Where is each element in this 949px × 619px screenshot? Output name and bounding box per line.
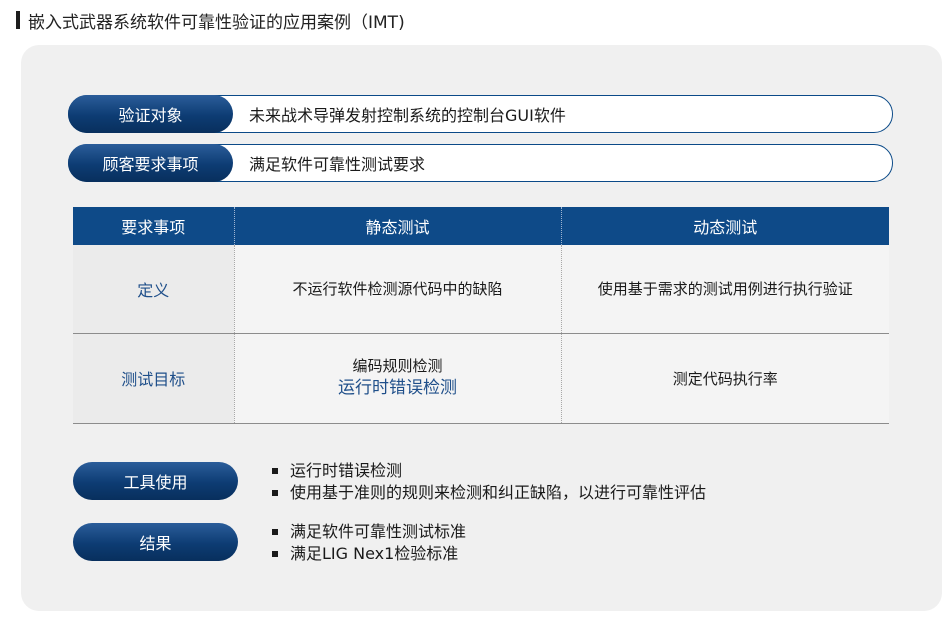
tool-usage-list: 运行时错误检测 使用基于准则的规则来检测和纠正缺陷，以进行可靠性评估 (272, 460, 706, 504)
requirements-table: 要求事项 静态测试 动态测试 定义 不运行软件检测源代码中的缺陷 使用基于需求的… (73, 207, 889, 424)
list-item: 使用基于准则的规则来检测和纠正缺陷，以进行可靠性评估 (272, 482, 706, 504)
list-item-text: 使用基于准则的规则来检测和纠正缺陷，以进行可靠性评估 (290, 483, 707, 502)
verification-target-value: 未来战术导弹发射控制系统的控制台GUI软件 (249, 106, 566, 125)
title-bar-marker (16, 11, 20, 29)
result-list: 满足软件可靠性测试标准 满足LIG Nex1检验标准 (272, 521, 466, 565)
list-item: 满足软件可靠性测试标准 (272, 521, 466, 543)
tool-usage-label: 工具使用 (73, 462, 238, 500)
customer-requirement-row: 顾客要求事项 满足软件可靠性测试要求 (68, 144, 893, 182)
customer-requirement-label: 顾客要求事项 (68, 144, 233, 182)
customer-requirement-value: 满足软件可靠性测试要求 (249, 155, 426, 174)
list-item: 满足LIG Nex1检验标准 (272, 543, 466, 565)
page-title: 嵌入式武器系统软件可靠性验证的应用案例（IMT) (16, 8, 405, 33)
list-item-text: 满足软件可靠性测试标准 (290, 522, 467, 541)
runtime-error-check: 运行时错误检测 (338, 378, 457, 398)
table-header-row: 要求事项 静态测试 动态测试 (73, 207, 889, 245)
bullet-square-icon (272, 490, 278, 496)
header-requirement: 要求事项 (73, 207, 234, 245)
coding-rule-check: 编码规则检测 (352, 357, 443, 375)
test-goal-dynamic: 测定代码执行率 (560, 333, 889, 424)
definition-dynamic: 使用基于需求的测试用例进行执行验证 (560, 245, 889, 334)
list-item-text: 运行时错误检测 (290, 461, 403, 480)
table-row: 定义 不运行软件检测源代码中的缺陷 使用基于需求的测试用例进行执行验证 (73, 245, 889, 334)
verification-target-row: 验证对象 未来战术导弹发射控制系统的控制台GUI软件 (68, 95, 893, 133)
row-label-test-goal: 测试目标 (73, 333, 234, 424)
result-label: 结果 (73, 523, 238, 561)
list-item: 运行时错误检测 (272, 460, 706, 482)
definition-static: 不运行软件检测源代码中的缺陷 (233, 245, 561, 334)
header-dynamic-test: 动态测试 (560, 207, 889, 245)
bullet-square-icon (272, 551, 278, 557)
slide: 嵌入式武器系统软件可靠性验证的应用案例（IMT) 验证对象 未来战术导弹发射控制… (0, 0, 949, 619)
table-row: 测试目标 编码规则检测 运行时错误检测 测定代码执行率 (73, 333, 889, 424)
test-goal-static: 编码规则检测 运行时错误检测 (233, 333, 561, 424)
page-title-text: 嵌入式武器系统软件可靠性验证的应用案例（IMT) (28, 12, 405, 33)
row-label-definition: 定义 (73, 245, 234, 334)
list-item-text: 满足LIG Nex1检验标准 (290, 544, 459, 563)
verification-target-label: 验证对象 (68, 95, 233, 133)
bullet-square-icon (272, 468, 278, 474)
header-static-test: 静态测试 (233, 207, 561, 245)
bullet-square-icon (272, 529, 278, 535)
